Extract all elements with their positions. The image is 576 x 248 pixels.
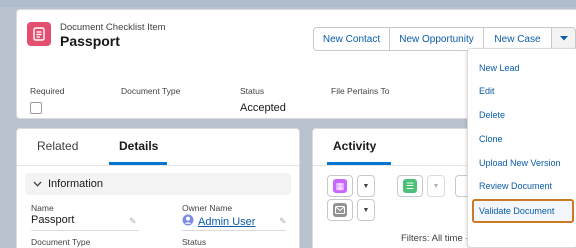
details-panel: Related Details Information Name Passpor… bbox=[16, 128, 300, 248]
information-section-header[interactable]: Information bbox=[25, 173, 291, 195]
tab-details[interactable]: Details bbox=[119, 139, 158, 153]
event-menu-button[interactable]: ▼ bbox=[357, 175, 375, 197]
menu-item-edit[interactable]: Edit bbox=[472, 81, 574, 101]
required-checkbox[interactable] bbox=[30, 102, 42, 114]
chevron-down-icon bbox=[33, 178, 42, 190]
name-field-label: Name bbox=[31, 203, 54, 213]
doc-type-field-label: Document Type bbox=[31, 237, 91, 247]
document-type-label: Document Type bbox=[121, 86, 181, 96]
object-type-label: Document Checklist Item bbox=[60, 22, 166, 33]
required-label: Required bbox=[30, 86, 65, 96]
email-menu-button[interactable]: ▼ bbox=[357, 199, 375, 221]
task-icon: ☰ bbox=[403, 179, 417, 193]
owner-link[interactable]: Admin User bbox=[198, 216, 255, 228]
field-divider bbox=[182, 230, 286, 231]
name-field-value: Passport bbox=[31, 214, 75, 226]
email-icon bbox=[333, 203, 347, 217]
change-owner-icon[interactable]: ✎ bbox=[279, 216, 287, 227]
user-avatar-icon bbox=[182, 214, 194, 229]
status-value: Accepted bbox=[240, 102, 286, 114]
menu-item-clone[interactable]: Clone bbox=[472, 129, 574, 149]
menu-item-upload-new-version[interactable]: Upload New Version bbox=[472, 153, 574, 173]
edit-pencil-icon[interactable]: ✎ bbox=[129, 216, 137, 227]
chevron-down-icon: ▼ bbox=[362, 206, 370, 214]
chevron-down-icon: ▼ bbox=[362, 182, 370, 190]
chevron-down-icon bbox=[559, 34, 569, 45]
email-button[interactable] bbox=[327, 199, 353, 221]
chevron-down-icon: ▼ bbox=[432, 182, 440, 190]
new-task-button[interactable]: ☰ bbox=[397, 175, 423, 197]
calendar-icon: ▦ bbox=[333, 179, 347, 193]
task-menu-button[interactable]: ▼ bbox=[427, 175, 445, 197]
tab-related[interactable]: Related bbox=[37, 139, 78, 153]
owner-field-label: Owner Name bbox=[182, 203, 233, 213]
top-strip bbox=[0, 0, 576, 7]
more-actions-menu: New Lead Edit Delete Clone Upload New Ve… bbox=[467, 48, 576, 248]
record-title: Passport bbox=[60, 33, 120, 49]
new-event-button[interactable]: ▦ bbox=[327, 175, 353, 197]
menu-item-new-lead[interactable]: New Lead bbox=[472, 58, 574, 78]
section-title: Information bbox=[48, 178, 104, 190]
checklist-icon bbox=[27, 22, 51, 46]
field-divider bbox=[31, 230, 139, 231]
file-pertains-label: File Pertains To bbox=[331, 86, 390, 96]
new-contact-button[interactable]: New Contact bbox=[313, 27, 390, 51]
tab-divider bbox=[17, 165, 299, 166]
menu-item-delete[interactable]: Delete bbox=[472, 105, 574, 125]
menu-item-validate-document[interactable]: Validate Document bbox=[472, 199, 574, 223]
status-field-label: Status bbox=[182, 237, 207, 247]
activity-title[interactable]: Activity bbox=[333, 139, 376, 153]
owner-field: Admin User bbox=[182, 214, 255, 229]
menu-item-review-document[interactable]: Review Document bbox=[472, 176, 574, 196]
status-label: Status bbox=[240, 86, 265, 96]
